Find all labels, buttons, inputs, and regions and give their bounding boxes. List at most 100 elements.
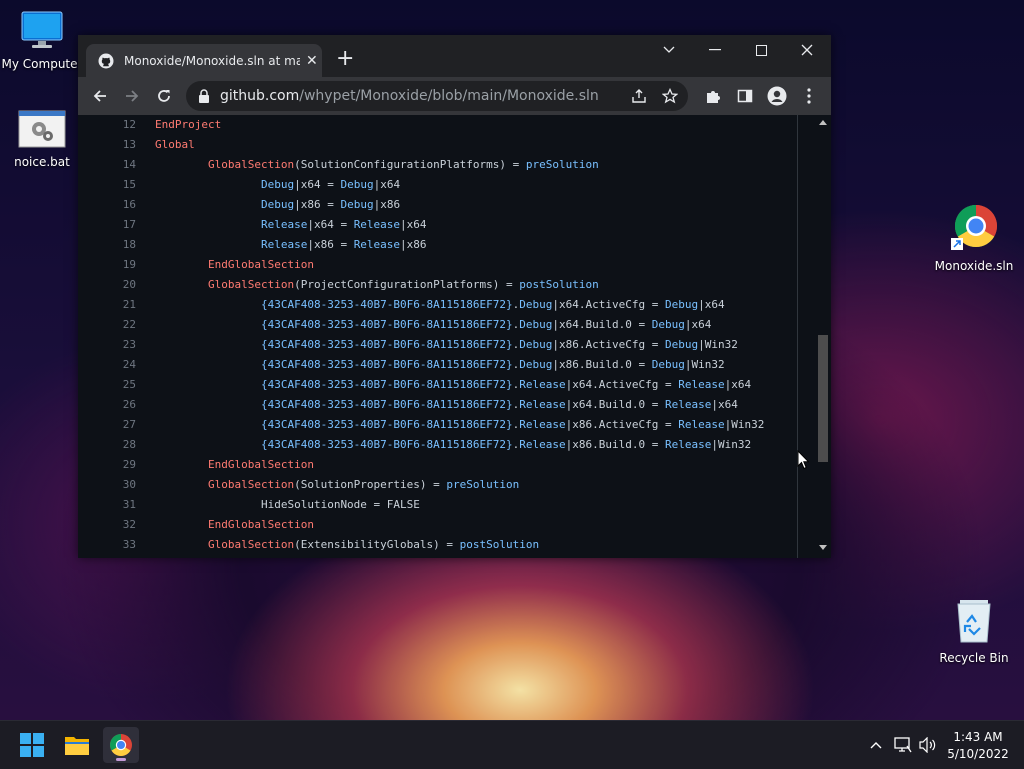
line-number[interactable]: 20: [96, 275, 136, 295]
code-token: Debug: [651, 318, 685, 331]
browser-menu-button[interactable]: [795, 82, 823, 110]
code-token: |x86 =: [294, 198, 341, 211]
bookmark-button[interactable]: [659, 85, 681, 107]
code-token: Debug: [519, 338, 553, 351]
code-token: |x64: [400, 218, 427, 231]
share-icon: [632, 89, 646, 103]
taskbar-clock[interactable]: 1:43 AM 5/10/2022: [942, 729, 1014, 763]
desktop-icon-label: My Computer: [1, 57, 83, 71]
show-hidden-icons-button[interactable]: [866, 735, 886, 755]
code-token: {43CAF408-3253-40B7-B0F6-8A115186EF72}: [260, 418, 513, 431]
taskbar-chrome[interactable]: [103, 727, 139, 763]
code-token: |x64.ActiveCfg =: [552, 298, 665, 311]
extensions-button[interactable]: [699, 82, 727, 110]
maximize-button[interactable]: [738, 35, 784, 65]
lock-icon: [199, 89, 209, 103]
close-icon: [801, 44, 813, 56]
code-line: 21 {43CAF408-3253-40B7-B0F6-8A115186EF72…: [96, 295, 796, 315]
close-window-button[interactable]: [784, 35, 830, 65]
line-number[interactable]: 27: [96, 415, 136, 435]
code-token: GlobalSection: [207, 158, 295, 171]
code-token: |x86: [400, 238, 427, 251]
code-token: |x86.Build.0 =: [552, 358, 652, 371]
code-token: {43CAF408-3253-40B7-B0F6-8A115186EF72}: [260, 318, 513, 331]
scrollbar-thumb[interactable]: [818, 335, 828, 462]
code-token: Release: [664, 438, 712, 451]
scroll-up-arrow-icon[interactable]: [819, 120, 827, 125]
forward-button[interactable]: [118, 82, 146, 110]
line-number[interactable]: 29: [96, 455, 136, 475]
network-button[interactable]: [893, 735, 913, 755]
code-token: Release: [678, 418, 725, 431]
volume-button[interactable]: [918, 735, 938, 755]
back-button[interactable]: [86, 82, 114, 110]
browser-toolbar: github.com/whypet/Monoxide/blob/main/Mon…: [78, 77, 831, 115]
start-button[interactable]: [14, 727, 50, 763]
code-token: Release: [260, 218, 308, 231]
code-token: |x86.ActiveCfg =: [552, 338, 665, 351]
line-number[interactable]: 14: [96, 155, 136, 175]
line-number[interactable]: 23: [96, 335, 136, 355]
line-number[interactable]: 12: [96, 115, 136, 135]
line-number[interactable]: 31: [96, 495, 136, 515]
code-token: Release: [260, 238, 308, 251]
line-number[interactable]: 25: [96, 375, 136, 395]
line-number[interactable]: 13: [96, 135, 136, 155]
reload-button[interactable]: [150, 82, 178, 110]
desktop-icon-recycle-bin[interactable]: Recycle Bin: [932, 596, 1016, 665]
side-panel-button[interactable]: [731, 82, 759, 110]
line-number[interactable]: 24: [96, 355, 136, 375]
code-line: 28 {43CAF408-3253-40B7-B0F6-8A115186EF72…: [96, 435, 796, 455]
code-line: 17 Release|x64 = Release|x64: [96, 215, 796, 235]
line-number[interactable]: 26: [96, 395, 136, 415]
profile-avatar-icon: [767, 86, 787, 106]
line-number[interactable]: 21: [96, 295, 136, 315]
code-token: Debug: [519, 298, 553, 311]
line-number[interactable]: 19: [96, 255, 136, 275]
browser-tab-active[interactable]: Monoxide/Monoxide.sln at main ✕: [86, 44, 322, 77]
desktop-icon-label: noice.bat: [14, 155, 70, 169]
line-number[interactable]: 22: [96, 315, 136, 335]
scroll-down-arrow-icon[interactable]: [819, 545, 827, 550]
profile-button[interactable]: [763, 82, 791, 110]
line-number[interactable]: 15: [96, 175, 136, 195]
line-number[interactable]: 30: [96, 475, 136, 495]
line-number[interactable]: 28: [96, 435, 136, 455]
tab-close-icon[interactable]: ✕: [306, 53, 318, 69]
line-number[interactable]: 17: [96, 215, 136, 235]
code-line: 19 EndGlobalSection: [96, 255, 796, 275]
new-tab-button[interactable]: +: [336, 47, 354, 71]
line-number[interactable]: 16: [96, 195, 136, 215]
code-token: |Win32: [711, 438, 752, 451]
address-bar[interactable]: github.com/whypet/Monoxide/blob/main/Mon…: [186, 81, 688, 111]
code-view[interactable]: 12 EndProject 13 Global 14 GlobalSection(Sol…: [96, 115, 796, 558]
line-number[interactable]: 18: [96, 235, 136, 255]
tab-search-button[interactable]: [646, 35, 692, 65]
code-token: Release: [678, 378, 725, 391]
code-token: (SolutionConfigurationPlatforms) =: [294, 158, 526, 171]
code-token: Release: [353, 238, 401, 251]
speaker-volume-icon: [919, 737, 936, 753]
share-button[interactable]: [628, 85, 650, 107]
desktop-icon-my-computer[interactable]: My Computer: [0, 10, 84, 71]
line-number[interactable]: 32: [96, 515, 136, 535]
page-scrollbar[interactable]: [815, 115, 831, 558]
line-number[interactable]: 33: [96, 535, 136, 555]
code-token: |x64.ActiveCfg =: [565, 378, 679, 391]
code-token: preSolution: [446, 478, 520, 491]
minimize-button[interactable]: [692, 35, 738, 65]
code-token: Debug: [340, 198, 374, 211]
desktop-icon-monoxide-sln[interactable]: Monoxide.sln: [932, 204, 1016, 273]
code-token: (ProjectConfigurationPlatforms) =: [294, 278, 520, 291]
code-token: EndGlobalSection: [207, 458, 314, 471]
code-token: |x86: [373, 198, 401, 211]
desktop-icon-noice-bat[interactable]: noice.bat: [0, 110, 84, 169]
taskbar-file-explorer[interactable]: [59, 727, 95, 763]
code-line: 15 Debug|x64 = Debug|x64: [96, 175, 796, 195]
